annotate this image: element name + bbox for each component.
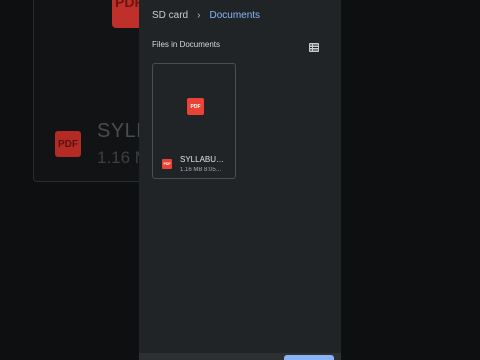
file-name: SYLLABU… xyxy=(180,155,225,164)
file-meta: 1.16 MB 8:05… xyxy=(180,167,222,173)
background-pdf-icon: PDF xyxy=(112,0,143,28)
section-title: Files in Documents xyxy=(152,40,221,49)
breadcrumb-documents[interactable]: Documents xyxy=(209,10,260,21)
file-browser-panel: SD card › Documents Files in Documents P… xyxy=(139,0,341,360)
background-pdf-small-icon: PDF xyxy=(55,131,81,157)
pdf-thumbnail-icon: PDF xyxy=(187,98,204,115)
chevron-right-icon: › xyxy=(197,9,201,21)
breadcrumb: SD card › Documents xyxy=(152,8,260,22)
bottom-action-button[interactable] xyxy=(284,355,334,360)
breadcrumb-sd-card[interactable]: SD card xyxy=(152,10,188,21)
pdf-file-type-icon: PDF xyxy=(162,159,172,169)
list-view-icon[interactable] xyxy=(309,39,319,52)
file-card[interactable]: PDF PDF SYLLABU… 1.16 MB 8:05… xyxy=(152,63,236,179)
